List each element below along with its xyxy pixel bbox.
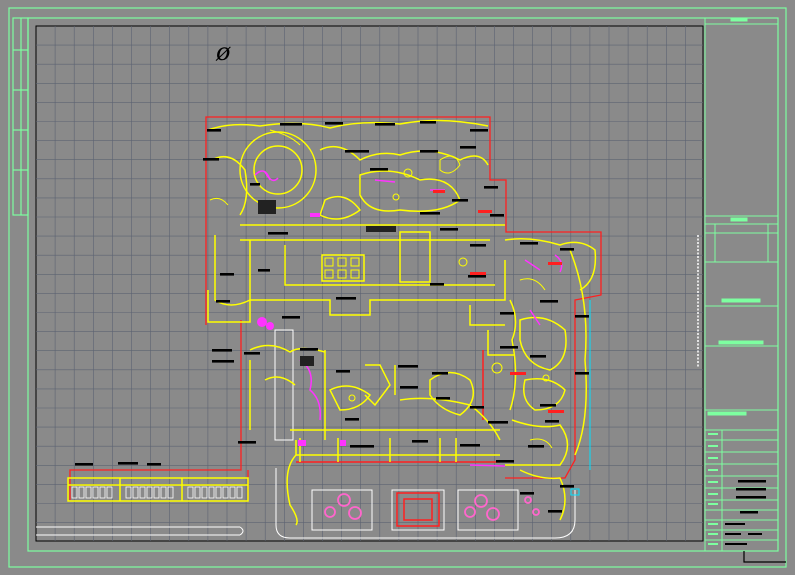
north-arrow-symbol: ø (215, 38, 231, 66)
annotation-label (575, 372, 589, 375)
annotation-label (470, 406, 484, 409)
annotation-label (420, 212, 440, 215)
site-plan-canvas: ø (8, 7, 787, 568)
annotation-label (412, 440, 428, 443)
annotation-label (500, 312, 514, 315)
annotation-label (540, 404, 556, 407)
cad-drawing-sheet: ø (0, 0, 795, 575)
annotation-label (575, 315, 589, 318)
annotation-label (430, 283, 444, 286)
annotation-label (336, 297, 356, 300)
annotation-label (460, 444, 480, 447)
annotation-label (484, 186, 498, 189)
annotation-label (345, 150, 369, 153)
title-block-text-bars (708, 433, 766, 545)
annotation-label (545, 420, 559, 423)
annotation-label (436, 397, 450, 400)
annotation-label (336, 370, 350, 373)
annotation-label (220, 273, 234, 276)
annotation-label (500, 346, 518, 349)
annotation-label (560, 248, 574, 251)
annotation-label (452, 199, 468, 202)
annotation-label (528, 445, 544, 448)
annotation-label (212, 349, 232, 352)
annotation-label (370, 168, 388, 171)
annotation-label (282, 316, 300, 319)
annotation-label (400, 386, 418, 389)
annotation-label (147, 463, 161, 466)
annotation-label (490, 214, 504, 217)
annotation-label (420, 150, 438, 153)
annotation-label (75, 463, 93, 466)
annotation-label (470, 129, 488, 132)
annotation-label (345, 418, 359, 421)
annotation-label (203, 158, 219, 161)
annotation-label (238, 441, 256, 444)
annotation-label (216, 300, 230, 303)
annotation-label (118, 462, 138, 465)
annotation-label (468, 275, 486, 278)
annotation-label (460, 146, 476, 149)
annotation-label (470, 244, 486, 247)
annotation-label (300, 348, 318, 351)
annotation-label (258, 269, 270, 272)
annotation-label (520, 492, 534, 495)
annotation-label (350, 445, 374, 448)
annotation-label (212, 360, 234, 363)
annotation-label (548, 510, 562, 513)
annotation-label (325, 122, 343, 125)
annotation-label (530, 355, 546, 358)
annotation-label (560, 485, 574, 488)
annotation-label (280, 123, 302, 126)
annotation-label (440, 228, 458, 231)
annotation-label (244, 352, 260, 355)
annotation-label (268, 232, 288, 235)
annotation-label (488, 421, 508, 424)
annotation-label (207, 129, 221, 132)
annotation-label (432, 372, 448, 375)
annotation-label (540, 300, 558, 303)
annotation-label (250, 183, 260, 186)
annotation-label (375, 123, 395, 126)
annotation-label (520, 242, 538, 245)
annotation-label (420, 121, 436, 124)
annotation-label (496, 460, 514, 463)
annotation-label (398, 365, 418, 368)
